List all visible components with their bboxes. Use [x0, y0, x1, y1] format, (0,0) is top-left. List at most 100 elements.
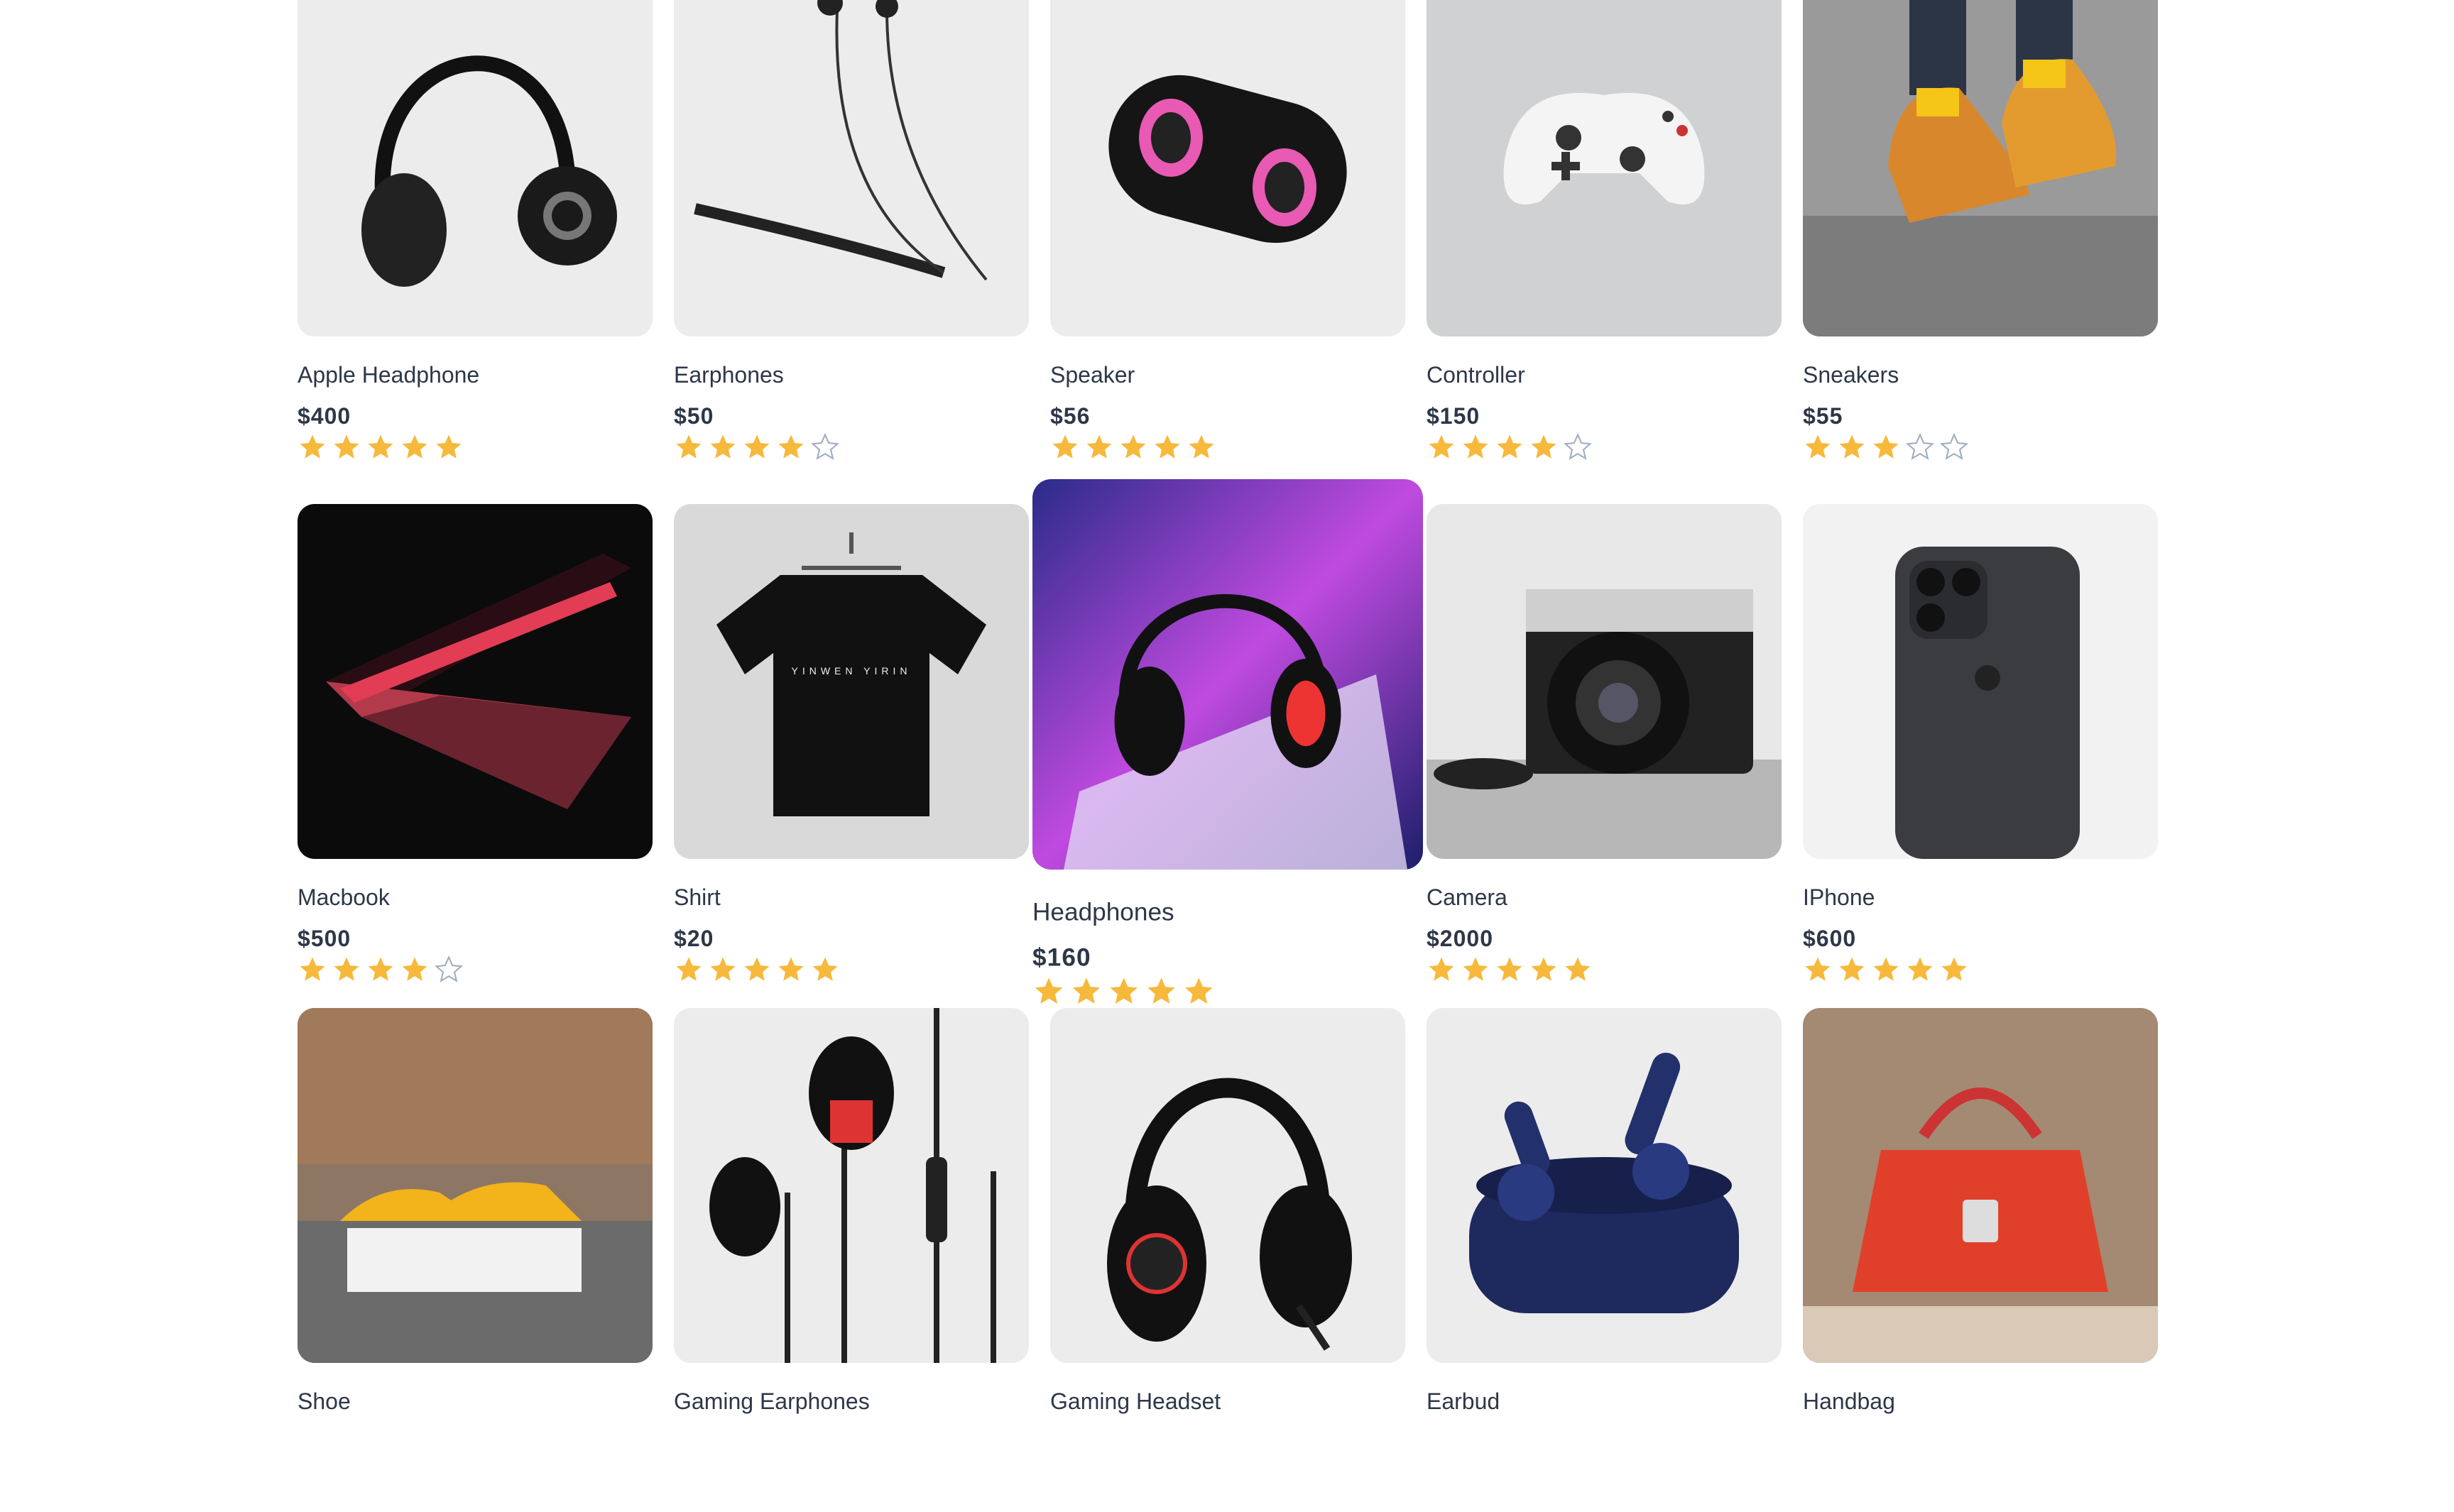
star-filled-icon	[1497, 957, 1522, 981]
product-price: $50	[674, 403, 714, 429]
product-name[interactable]: Headphones	[1032, 896, 1423, 927]
sneakers-image[interactable]	[1803, 0, 2158, 336]
star-filled-icon	[1110, 977, 1138, 1004]
product-card[interactable]: Gaming Earphones	[674, 1008, 1029, 1512]
product-price: $20	[674, 926, 714, 951]
headphone-image[interactable]	[298, 0, 653, 336]
product-price: $150	[1427, 403, 1480, 429]
product-card[interactable]: Shoe	[298, 1008, 653, 1512]
product-card[interactable]: Speaker $56	[1050, 0, 1405, 504]
speaker-image[interactable]	[1050, 0, 1405, 336]
star-filled-icon	[1565, 957, 1591, 981]
shoe-image[interactable]	[298, 1008, 653, 1363]
svg-text:YINWEN YIRIN: YINWEN YIRIN	[792, 665, 912, 676]
product-card[interactable]: Controller $150	[1427, 0, 1782, 504]
star-filled-icon	[368, 957, 393, 981]
star-filled-icon	[402, 434, 427, 459]
star-empty-icon	[1563, 432, 1593, 460]
star-filled-icon	[1873, 434, 1899, 459]
product-card[interactable]: Apple Headphone $400	[298, 0, 653, 504]
star-filled-icon	[1941, 957, 1967, 981]
product-card[interactable]: IPhone $600	[1803, 504, 2158, 1008]
product-card[interactable]: Camera $2000	[1427, 504, 1782, 1008]
gaming-headset-image[interactable]	[1050, 1008, 1405, 1363]
star-filled-icon	[1120, 434, 1146, 459]
camera-image[interactable]	[1427, 504, 1782, 859]
product-card[interactable]: Gaming Headset	[1050, 1008, 1405, 1512]
star-filled-icon	[744, 434, 770, 459]
star-filled-icon	[710, 957, 736, 981]
earbud-image[interactable]	[1427, 1008, 1782, 1363]
iphone-image[interactable]	[1803, 504, 2158, 859]
product-listing-page: Apple Headphone $400 Earphones $50 Speaker $5…	[0, 0, 2454, 1415]
star-filled-icon	[334, 957, 359, 981]
rating-stars	[1032, 974, 1423, 1008]
star-filled-icon	[1147, 977, 1175, 1004]
star-filled-icon	[778, 434, 804, 459]
product-card[interactable]: YINWEN YIRIN Shirt $20	[674, 504, 1029, 1008]
star-filled-icon	[1189, 434, 1214, 459]
rating-stars	[1427, 432, 1782, 463]
star-filled-icon	[710, 434, 736, 459]
product-name[interactable]: Apple Headphone	[298, 361, 653, 389]
rating-stars	[1427, 954, 1782, 985]
star-filled-icon	[1839, 957, 1865, 981]
star-empty-icon	[810, 432, 840, 460]
product-name[interactable]: Earbud	[1427, 1387, 1782, 1415]
star-filled-icon	[1531, 434, 1556, 459]
product-card[interactable]: Macbook $500	[298, 504, 653, 1008]
star-filled-icon	[1805, 957, 1831, 981]
product-name[interactable]: Shirt	[674, 883, 1029, 911]
star-filled-icon	[1155, 434, 1180, 459]
product-name[interactable]: Gaming Earphones	[674, 1387, 1029, 1415]
product-name[interactable]: IPhone	[1803, 883, 2158, 911]
star-filled-icon	[436, 434, 462, 459]
rating-stars	[674, 432, 1029, 463]
star-empty-icon	[434, 955, 464, 982]
star-filled-icon	[1086, 434, 1112, 459]
product-price: $56	[1050, 403, 1091, 429]
product-name[interactable]: Shoe	[298, 1387, 653, 1415]
product-price: $400	[298, 403, 351, 429]
product-name[interactable]: Speaker	[1050, 361, 1405, 389]
product-name[interactable]: Handbag	[1803, 1387, 2158, 1415]
star-filled-icon	[676, 957, 702, 981]
rating-stars	[1803, 432, 2158, 463]
product-card[interactable]: Earbud	[1427, 1008, 1782, 1512]
product-name[interactable]: Macbook	[298, 883, 653, 911]
product-price: $160	[1032, 943, 1091, 971]
star-filled-icon	[1873, 957, 1899, 981]
star-filled-icon	[402, 957, 427, 981]
product-name[interactable]: Sneakers	[1803, 361, 2158, 389]
rating-stars	[674, 954, 1029, 985]
product-name[interactable]: Controller	[1427, 361, 1782, 389]
star-filled-icon	[1907, 957, 1933, 981]
product-name[interactable]: Camera	[1427, 883, 1782, 911]
macbook-image[interactable]	[298, 504, 653, 859]
gaming-earphones-image[interactable]	[674, 1008, 1029, 1363]
star-filled-icon	[744, 957, 770, 981]
star-filled-icon	[1463, 957, 1488, 981]
headphones-image[interactable]	[1032, 479, 1423, 870]
star-filled-icon	[300, 434, 325, 459]
product-name[interactable]: Earphones	[674, 361, 1029, 389]
shirt-image[interactable]: YINWEN YIRIN	[674, 504, 1029, 859]
star-filled-icon	[300, 957, 325, 981]
star-empty-icon	[1939, 432, 1969, 460]
star-filled-icon	[1429, 957, 1454, 981]
star-filled-icon	[812, 957, 838, 981]
product-card[interactable]: Handbag	[1803, 1008, 2158, 1512]
star-filled-icon	[1839, 434, 1865, 459]
product-card[interactable]: Earphones $50	[674, 0, 1029, 504]
product-card[interactable]: Headphones $160	[1032, 479, 1423, 1008]
star-filled-icon	[1805, 434, 1831, 459]
controller-image[interactable]	[1427, 0, 1782, 336]
earphones-image[interactable]	[674, 0, 1029, 336]
product-card[interactable]: Sneakers $55	[1803, 0, 2158, 504]
rating-stars	[1050, 432, 1405, 463]
product-price: $55	[1803, 403, 1843, 429]
rating-stars	[298, 954, 653, 985]
product-name[interactable]: Gaming Headset	[1050, 1387, 1405, 1415]
star-filled-icon	[1463, 434, 1488, 459]
handbag-image[interactable]	[1803, 1008, 2158, 1363]
